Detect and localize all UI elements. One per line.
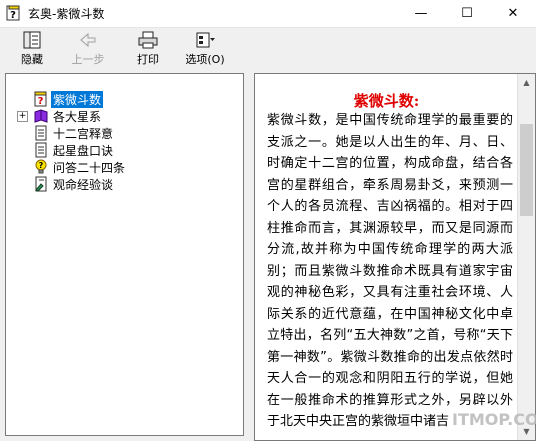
hide-panel-icon (23, 31, 41, 49)
options-button[interactable]: 选项(O) (180, 30, 230, 70)
printer-icon (138, 31, 158, 49)
tree-item-ziweidoushu[interactable]: ? 紫微斗数 (33, 90, 104, 108)
svg-text:?: ? (39, 161, 44, 170)
vertical-scrollbar[interactable]: ▲ ▼ (517, 74, 535, 440)
watermark: ITMOP.COM (452, 410, 536, 429)
print-label: 打印 (137, 53, 159, 66)
tree-item-guanmingjingyantan[interactable]: 观命经验谈 (33, 176, 115, 192)
title-bar: ? 玄奥-紫微斗数 — ☐ ✕ (0, 0, 536, 28)
book-icon (34, 109, 48, 123)
tree-item-label: 各大星系 (53, 109, 102, 124)
tree-item-shiergongshiyi[interactable]: 十二宫释意 (33, 125, 115, 141)
minimize-button[interactable]: — (398, 0, 444, 27)
window-title: 玄奥-紫微斗数 (28, 7, 105, 21)
maximize-button[interactable]: ☐ (444, 0, 490, 27)
chevron-up-icon: ▲ (523, 78, 530, 87)
close-icon: ✕ (507, 6, 519, 21)
document-pen-icon (35, 176, 47, 192)
svg-text:?: ? (10, 10, 16, 21)
back-label: 上一步 (71, 53, 105, 66)
tree-item-label: 十二宫释意 (53, 126, 114, 141)
tree-item-label: 观命经验谈 (53, 177, 114, 192)
scrollbar-thumb[interactable] (520, 124, 533, 216)
tree-item-wendaershisitiao[interactable]: ? 问答二十四条 (33, 159, 127, 175)
tree-item-qixingpankoujue[interactable]: 起星盘口诀 (33, 142, 115, 158)
tree-item-label: 紫微斗数 (51, 90, 104, 108)
app-help-icon: ? (6, 5, 20, 21)
expand-toggle[interactable]: + (17, 111, 28, 122)
document-icon (35, 142, 47, 158)
tree-item-label: 问答二十四条 (53, 160, 126, 175)
back-button[interactable]: 上一步 (66, 30, 110, 70)
content-title: 紫微斗数: (353, 92, 420, 110)
tree-item-gedaxingxi[interactable]: 各大星系 (33, 108, 103, 124)
hide-button[interactable]: 隐藏 (14, 30, 50, 70)
tree-item-label: 起星盘口诀 (53, 143, 114, 158)
hide-label: 隐藏 (21, 53, 43, 66)
options-icon (196, 32, 215, 48)
back-arrow-icon (80, 32, 96, 48)
options-label: 选项(O) (185, 53, 225, 66)
content-body: 紫微斗数，是中国传统命理学的最重要的支派之一。她是以人出生的年、月、日、时确定十… (267, 113, 513, 429)
document-icon (35, 125, 47, 141)
minimize-icon: — (414, 6, 428, 21)
maximize-icon: ☐ (461, 6, 473, 21)
question-bulb-icon: ? (35, 159, 47, 174)
scroll-up-button[interactable]: ▲ (518, 74, 535, 91)
help-book-icon: ? (34, 91, 47, 107)
svg-text:?: ? (38, 96, 44, 107)
toolbar: 隐藏 上一步 打印 选项(O) (0, 28, 536, 72)
content-pane: 紫微斗数: 紫微斗数，是中国传统命理学的最重要的支派之一。她是以人出生的年、月、… (254, 73, 536, 441)
close-button[interactable]: ✕ (490, 0, 536, 27)
contents-tree: ? 紫微斗数 + 各大星系 十二宫释意 起星盘口诀 ? 问答二十四条 观命经验谈 (5, 73, 244, 436)
print-button[interactable]: 打印 (130, 30, 166, 70)
